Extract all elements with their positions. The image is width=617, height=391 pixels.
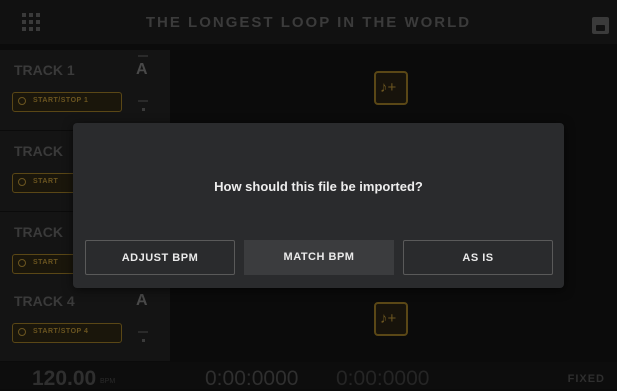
bpm-value[interactable]: 120.00 bbox=[32, 367, 96, 391]
track-letter[interactable]: A bbox=[136, 292, 148, 310]
track-indicator bbox=[138, 55, 148, 57]
bpm-unit: BPM bbox=[100, 378, 116, 385]
add-loop-button[interactable]: ♪+ bbox=[374, 71, 408, 105]
record-icon bbox=[18, 328, 26, 336]
track-1[interactable]: TRACK 1 A START/STOP 1 bbox=[0, 50, 170, 131]
start-stop-label: START/STOP 4 bbox=[33, 328, 89, 335]
dialog-message: How should this file be imported? bbox=[214, 179, 423, 194]
time-current: 0:00:0000 bbox=[205, 367, 299, 390]
record-icon bbox=[18, 97, 26, 105]
app-title: THE LONGEST LOOP IN THE WORLD bbox=[145, 14, 472, 31]
latch-dot bbox=[142, 339, 145, 342]
add-loop-button[interactable]: ♪+ bbox=[374, 302, 408, 336]
import-dialog: How should this file be imported? ADJUST… bbox=[73, 123, 564, 288]
start-stop-label: START/STOP 1 bbox=[33, 97, 89, 104]
add-music-icon: ♪+ bbox=[380, 310, 397, 327]
start-stop-label: START bbox=[33, 178, 59, 185]
add-music-icon: ♪+ bbox=[380, 79, 397, 96]
start-stop-button[interactable]: START/STOP 1 bbox=[12, 92, 122, 112]
start-stop-label: START bbox=[33, 259, 59, 266]
record-icon bbox=[18, 259, 26, 267]
track-letter[interactable]: A bbox=[136, 61, 148, 79]
latch-dot bbox=[142, 108, 145, 111]
latch-indicator bbox=[138, 100, 148, 102]
as-is-button[interactable]: AS IS bbox=[403, 240, 553, 275]
save-icon[interactable] bbox=[592, 17, 609, 34]
track-name: TRACK bbox=[14, 224, 63, 240]
track-name: TRACK bbox=[14, 143, 63, 159]
latch-indicator bbox=[138, 331, 148, 333]
adjust-bpm-button[interactable]: ADJUST BPM bbox=[85, 240, 235, 275]
track-4[interactable]: TRACK 4 A START/STOP 4 bbox=[0, 281, 170, 362]
track-name: TRACK 1 bbox=[14, 62, 75, 78]
top-bar: THE LONGEST LOOP IN THE WORLD bbox=[0, 0, 617, 44]
time-total: 0:00:0000 bbox=[336, 367, 430, 390]
record-icon bbox=[18, 178, 26, 186]
match-bpm-button[interactable]: MATCH BPM bbox=[244, 240, 394, 275]
start-stop-button[interactable]: START/STOP 4 bbox=[12, 323, 122, 343]
mode-toggle[interactable]: FIXED bbox=[568, 373, 605, 385]
track-name: TRACK 4 bbox=[14, 293, 75, 309]
